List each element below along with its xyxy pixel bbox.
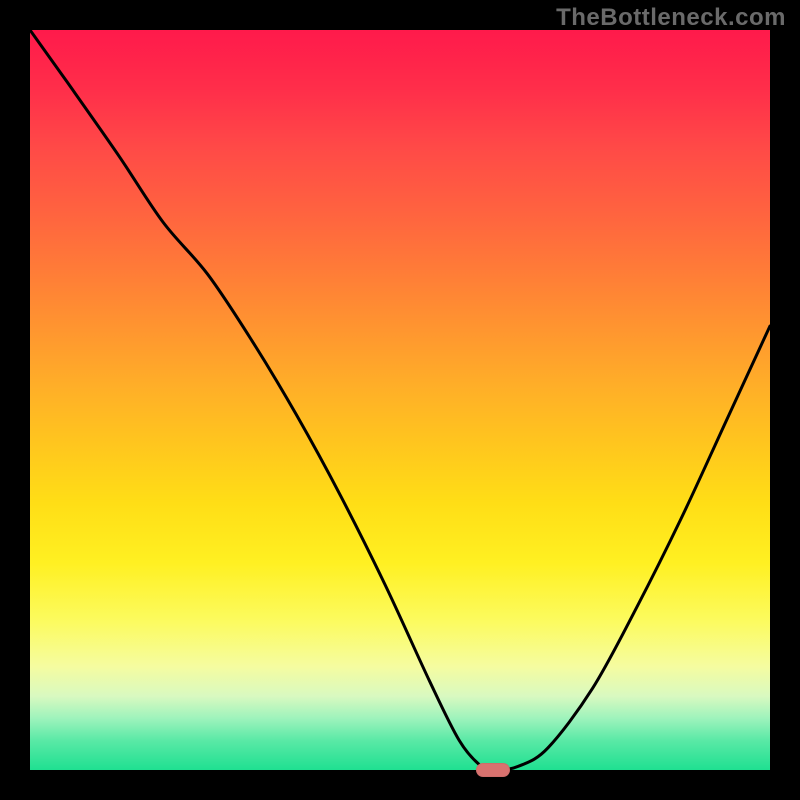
bottleneck-curve xyxy=(30,30,770,770)
watermark-text: TheBottleneck.com xyxy=(556,4,786,32)
chart-frame: TheBottleneck.com xyxy=(0,0,800,800)
plot-area xyxy=(30,30,770,770)
optimal-marker xyxy=(476,763,510,777)
